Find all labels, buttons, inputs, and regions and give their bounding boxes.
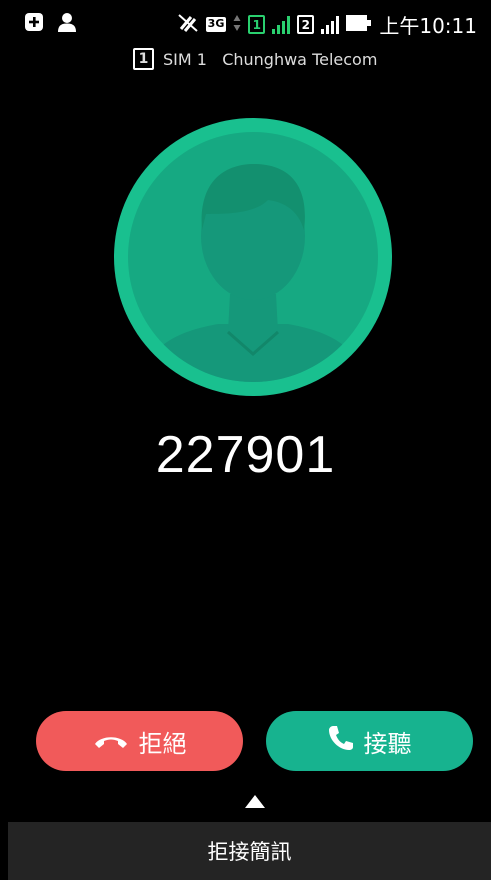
- status-left-icons: [24, 12, 76, 36]
- caller-avatar: [114, 118, 392, 396]
- decline-button[interactable]: 拒絕: [36, 711, 243, 771]
- phone-icon: [328, 725, 354, 757]
- phone-hangup-icon: [93, 727, 129, 755]
- reject-sms-label: 拒接簡訊: [207, 840, 292, 864]
- carrier-label: SIM 1 Chunghwa Telecom: [163, 49, 378, 69]
- caller-number: 227901: [155, 426, 336, 484]
- battery-icon: [346, 14, 372, 35]
- status-bar: 3G 1 2 上午10:11: [0, 0, 491, 40]
- decline-label: 拒絕: [138, 729, 187, 758]
- clock: 上午10:11: [379, 14, 477, 38]
- add-icon: [24, 12, 44, 36]
- sim1-status-badge: 1: [248, 15, 266, 34]
- carrier-info: 1 SIM 1 Chunghwa Telecom: [133, 48, 377, 70]
- person-icon: [58, 12, 76, 36]
- sim1-signal-icon: [272, 15, 291, 34]
- status-right-icons: 3G 1 2 上午10:11: [177, 10, 477, 39]
- reject-with-sms-button[interactable]: 拒接簡訊: [8, 822, 491, 880]
- answer-button[interactable]: 接聽: [266, 711, 473, 771]
- incoming-call-screen: 3G 1 2 上午10:11 1 SIM 1 Chunghwa Telecom …: [0, 0, 491, 880]
- data-arrows-icon: [233, 14, 241, 36]
- sim2-signal-icon: [321, 15, 340, 34]
- sim2-status-badge: 2: [297, 15, 315, 34]
- network-type-badge: 3G: [205, 17, 227, 32]
- answer-label: 接聽: [363, 729, 412, 758]
- arrow-up-icon[interactable]: [245, 795, 265, 808]
- vibrate-off-icon: [177, 13, 199, 37]
- sim-icon: 1: [133, 48, 154, 70]
